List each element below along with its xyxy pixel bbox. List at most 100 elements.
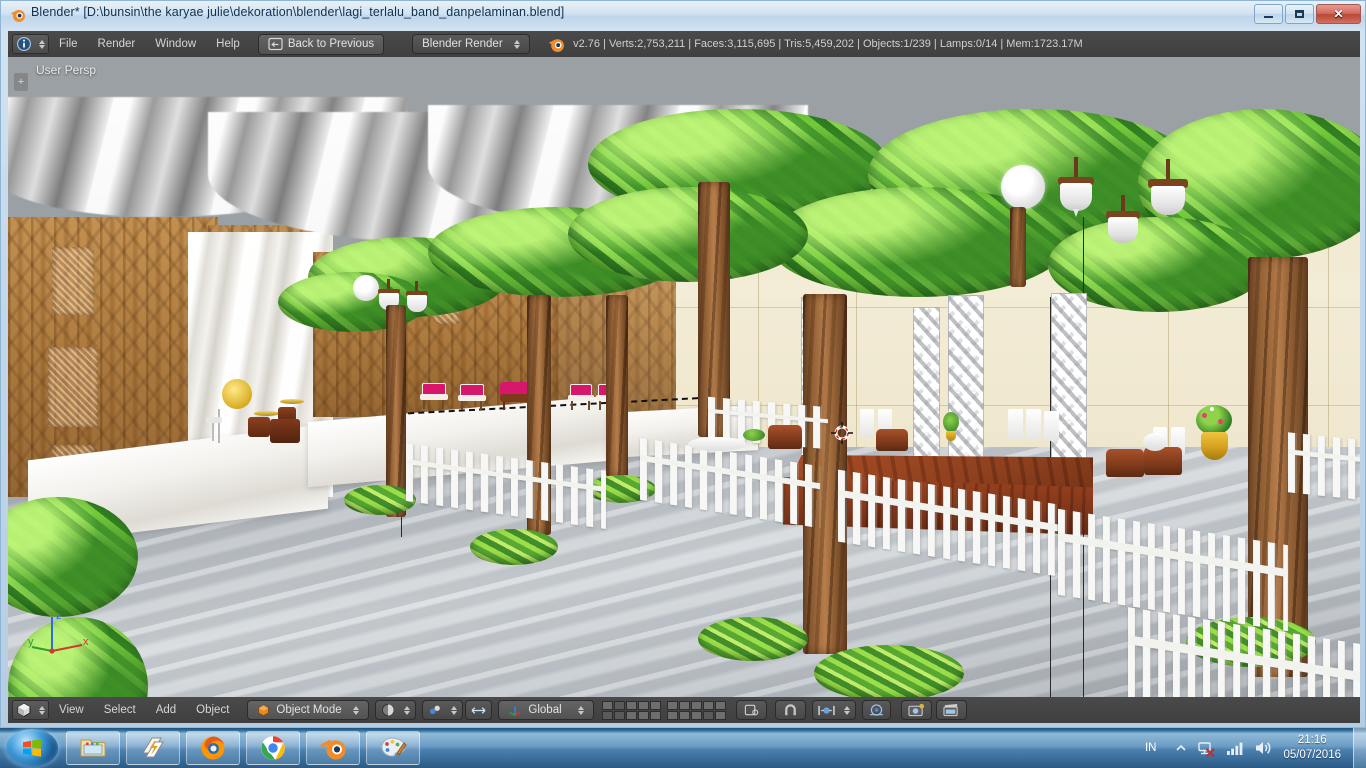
link-scene-icon bbox=[745, 704, 759, 716]
white-chair bbox=[860, 409, 874, 437]
proportional-editing-dropdown[interactable] bbox=[812, 700, 857, 720]
screen-back-icon bbox=[268, 37, 283, 51]
menu-render[interactable]: Render bbox=[88, 31, 146, 57]
close-button[interactable]: ✕ bbox=[1316, 4, 1361, 24]
stage-plant bbox=[941, 412, 961, 442]
back-to-previous-button[interactable]: Back to Previous bbox=[257, 33, 385, 55]
info-header: File Render Window Help Back to Previous… bbox=[8, 31, 1360, 57]
menu-view[interactable]: View bbox=[49, 697, 94, 723]
network-disconnected-icon[interactable] bbox=[1197, 740, 1216, 757]
menu-help[interactable]: Help bbox=[206, 31, 250, 57]
winamp-icon bbox=[142, 737, 164, 758]
windows-taskbar: IN 21:16 05/07/2016 bbox=[0, 727, 1366, 768]
proportional-edit-icon bbox=[818, 705, 836, 715]
tree-canopy bbox=[568, 187, 808, 282]
chevron-up-icon[interactable] bbox=[1175, 742, 1187, 754]
minimize-button[interactable] bbox=[1254, 4, 1283, 24]
maximize-button[interactable] bbox=[1285, 4, 1314, 24]
taskbar-item-firefox[interactable] bbox=[186, 731, 240, 765]
render-animation-icon bbox=[943, 703, 959, 717]
white-ottoman bbox=[1143, 433, 1167, 451]
lock-to-scene-toggle[interactable] bbox=[736, 700, 768, 720]
snap-toggle[interactable] bbox=[775, 700, 807, 720]
pivot-point-icon bbox=[430, 705, 441, 715]
tree-trunk bbox=[606, 295, 628, 477]
white-table bbox=[688, 437, 746, 451]
wooden-bench bbox=[876, 429, 908, 451]
pivot-point-dropdown[interactable] bbox=[422, 700, 464, 720]
show-desktop-button[interactable] bbox=[1353, 728, 1366, 768]
paint-icon bbox=[381, 737, 407, 757]
interaction-mode-dropdown[interactable]: Object Mode bbox=[247, 700, 370, 720]
menu-object[interactable]: Object bbox=[186, 697, 239, 723]
view3d-editor-icon bbox=[17, 703, 31, 717]
hanging-lantern bbox=[406, 281, 428, 315]
firefox-icon bbox=[201, 736, 225, 760]
proportional-falloff-dropdown[interactable] bbox=[862, 700, 892, 720]
mode-chevrons bbox=[353, 705, 360, 715]
taskbar-item-winamp[interactable] bbox=[126, 731, 180, 765]
magnet-snap-icon bbox=[785, 704, 797, 716]
green-shrub bbox=[743, 429, 765, 441]
wooden-bench bbox=[768, 425, 802, 449]
system-tray: IN 21:16 05/07/2016 bbox=[1145, 728, 1366, 768]
white-flower-cluster bbox=[1001, 165, 1045, 209]
start-button[interactable] bbox=[6, 729, 58, 767]
toolshelf-toggle[interactable]: + bbox=[14, 73, 28, 91]
window-title: Blender* [D:\bunsin\the karyae julie\dek… bbox=[31, 5, 565, 19]
axis-orientation-icon bbox=[509, 706, 522, 716]
chrome-icon bbox=[261, 736, 285, 760]
menu-select[interactable]: Select bbox=[94, 697, 146, 723]
menu-file[interactable]: File bbox=[49, 31, 88, 57]
back-to-previous-label: Back to Previous bbox=[287, 38, 375, 50]
wooden-bench bbox=[1144, 447, 1182, 475]
editor-type-button[interactable] bbox=[12, 34, 49, 54]
view3d-header: View Select Add Object Object Mode Globa… bbox=[8, 697, 1360, 723]
scene-statistics: v2.76 | Verts:2,753,211 | Faces:3,115,69… bbox=[573, 38, 1083, 50]
pink-chair bbox=[568, 384, 594, 410]
axis-label-z: z bbox=[56, 610, 62, 622]
blender-app: File Render Window Help Back to Previous… bbox=[8, 31, 1360, 723]
transform-orientation-dropdown[interactable]: Global bbox=[498, 700, 595, 720]
white-chair bbox=[1026, 409, 1041, 439]
taskbar-item-blender[interactable] bbox=[306, 731, 360, 765]
hanging-lantern bbox=[1106, 195, 1140, 249]
scene-layers[interactable] bbox=[602, 700, 727, 720]
taskbar-item-paint[interactable] bbox=[366, 731, 420, 765]
3d-viewport[interactable]: + User Persp z x y bbox=[8, 57, 1360, 697]
viewport-perspective-label: User Persp bbox=[36, 63, 97, 77]
footer-editor-type-button[interactable] bbox=[12, 700, 49, 720]
render-image-icon bbox=[908, 703, 925, 717]
taskbar-clock[interactable]: 21:16 05/07/2016 bbox=[1283, 733, 1341, 763]
editor-type-chevrons bbox=[39, 39, 45, 49]
title-bar: Blender* [D:\bunsin\the karyae julie\dek… bbox=[1, 1, 1365, 29]
tree-trunk bbox=[1010, 207, 1026, 287]
taskbar-item-chrome[interactable] bbox=[246, 731, 300, 765]
clock-date: 05/07/2016 bbox=[1283, 749, 1341, 761]
viewport-shading-dropdown[interactable] bbox=[375, 700, 417, 720]
taskbar-item-file-explorer[interactable] bbox=[66, 731, 120, 765]
hanging-lantern bbox=[1148, 159, 1188, 221]
axis-label-y: y bbox=[28, 636, 34, 648]
drum-set bbox=[206, 379, 316, 443]
flower-pot bbox=[1194, 405, 1234, 461]
render-engine-dropdown[interactable]: Blender Render bbox=[412, 34, 531, 54]
chevron-updown-icon bbox=[514, 39, 521, 49]
tray-language[interactable]: IN bbox=[1145, 742, 1157, 754]
blender-logo-icon bbox=[549, 38, 565, 52]
info-editor-icon bbox=[16, 36, 32, 52]
smooth-falloff-icon bbox=[870, 704, 884, 716]
wooden-bench bbox=[1106, 449, 1144, 477]
axis-gizmo: z x y bbox=[28, 610, 89, 654]
transform-manipulator-toggle[interactable] bbox=[465, 700, 493, 720]
clock-time: 21:16 bbox=[1297, 734, 1327, 746]
transform-orientation-label: Global bbox=[528, 704, 562, 716]
proportional-chevrons bbox=[844, 705, 851, 715]
menu-window[interactable]: Window bbox=[145, 31, 206, 57]
signal-bars-icon[interactable] bbox=[1226, 741, 1244, 756]
render-image-button[interactable] bbox=[901, 700, 933, 720]
menu-add[interactable]: Add bbox=[146, 697, 186, 723]
speaker-icon[interactable] bbox=[1254, 740, 1272, 756]
render-animation-button[interactable] bbox=[936, 700, 968, 720]
picket-fence bbox=[1288, 432, 1360, 502]
